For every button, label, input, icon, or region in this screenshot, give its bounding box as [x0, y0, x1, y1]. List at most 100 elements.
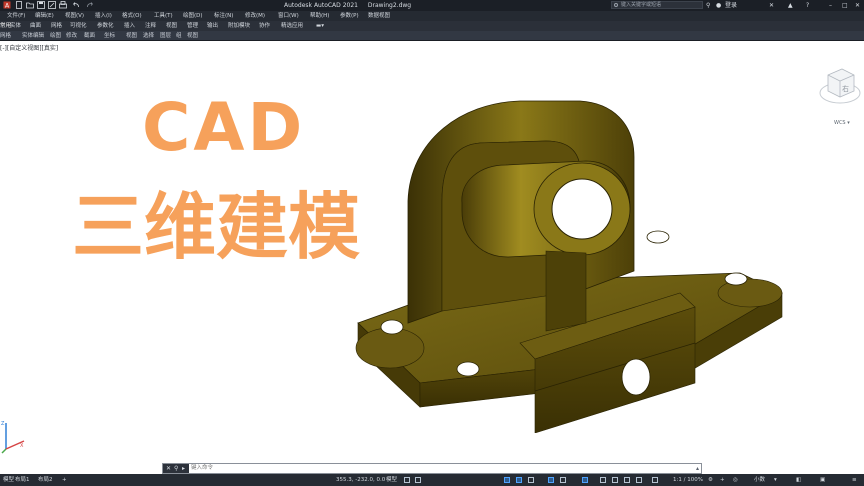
- panel-coordinates[interactable]: 坐标: [104, 31, 115, 41]
- command-expand-icon[interactable]: ▴: [696, 465, 699, 472]
- app-store-icon[interactable]: ✕: [769, 1, 774, 10]
- save-icon[interactable]: [37, 1, 45, 9]
- grid-icon[interactable]: [404, 477, 410, 483]
- save-as-icon[interactable]: [48, 1, 56, 9]
- redo-icon[interactable]: [86, 1, 94, 9]
- panel-draw[interactable]: 绘图: [50, 31, 61, 41]
- panel-view[interactable]: 视图: [126, 31, 137, 41]
- wcs-menu[interactable]: WCS ▾: [834, 120, 850, 126]
- annotation-scale[interactable]: 1:1 / 100%: [673, 474, 703, 486]
- panel-mesh[interactable]: 网格: [0, 31, 11, 41]
- tab-layout2[interactable]: 布局2: [38, 474, 53, 486]
- command-history-icon[interactable]: ▸: [182, 464, 185, 473]
- app-menu-icon[interactable]: A: [3, 1, 11, 9]
- command-settings-icon[interactable]: ⚲: [174, 464, 178, 473]
- tab-featured-apps[interactable]: 精选应用: [281, 21, 303, 31]
- clean-screen-icon[interactable]: ▣: [820, 474, 825, 486]
- tab-annotate[interactable]: 注释: [145, 21, 156, 31]
- menu-view[interactable]: 视图(V): [65, 11, 84, 21]
- panel-views[interactable]: 视图: [187, 31, 198, 41]
- tab-mesh[interactable]: 网格: [51, 21, 62, 31]
- ribbon-tabs: 常用 实体 曲面 网格 可视化 参数化 插入 注释 视图 管理 输出 附加模块 …: [0, 21, 864, 31]
- isodraft-icon[interactable]: [528, 477, 534, 483]
- quick-properties-icon[interactable]: ▾: [774, 474, 777, 486]
- annotation-visibility-icon[interactable]: [652, 477, 658, 483]
- menu-data-view[interactable]: 数据视图: [368, 11, 390, 21]
- panel-layers[interactable]: 图层: [160, 31, 171, 41]
- menu-tools[interactable]: 工具(T): [154, 11, 173, 21]
- menu-help[interactable]: 帮助(H): [310, 11, 329, 21]
- panel-modify[interactable]: 修改: [66, 31, 77, 41]
- ribbon-toggle-icon[interactable]: ▬▾: [316, 21, 324, 31]
- menu-format[interactable]: 格式(O): [122, 11, 142, 21]
- a360-icon[interactable]: ▲: [788, 1, 793, 10]
- tab-model[interactable]: 模型: [3, 474, 14, 486]
- search-icon: [614, 3, 618, 7]
- menu-insert[interactable]: 插入(I): [95, 11, 112, 21]
- tab-insert[interactable]: 插入: [124, 21, 135, 31]
- otrack-icon[interactable]: [582, 477, 588, 483]
- close-icon[interactable]: ✕: [855, 1, 860, 10]
- polar-icon[interactable]: [516, 477, 522, 483]
- menu-modify[interactable]: 修改(M): [245, 11, 265, 21]
- help-icon[interactable]: ?: [806, 1, 809, 10]
- hardware-acceleration-icon[interactable]: ◧: [796, 474, 801, 486]
- menu-draw[interactable]: 绘图(D): [183, 11, 203, 21]
- customization-icon[interactable]: ≡: [852, 474, 857, 486]
- ortho-icon[interactable]: [504, 477, 510, 483]
- snap-icon[interactable]: [415, 477, 421, 483]
- lineweight-icon[interactable]: [600, 477, 606, 483]
- tab-visualize[interactable]: 可视化: [70, 21, 87, 31]
- tab-view[interactable]: 视图: [166, 21, 177, 31]
- menu-parameters[interactable]: 参数(P): [340, 11, 359, 21]
- osnap-icon[interactable]: [548, 477, 554, 483]
- viewcube-icon[interactable]: 右: [818, 63, 862, 107]
- tab-output[interactable]: 输出: [207, 21, 218, 31]
- tab-solid[interactable]: 实体: [10, 21, 21, 31]
- open-icon[interactable]: [26, 1, 34, 9]
- menu-window[interactable]: 窗口(W): [278, 11, 299, 21]
- menu-file[interactable]: 文件(F): [7, 11, 25, 21]
- maximize-icon[interactable]: □: [842, 1, 848, 10]
- workspace-gear-icon[interactable]: ⚙: [708, 474, 713, 486]
- selection-cycling-icon[interactable]: [624, 477, 630, 483]
- command-close-icon[interactable]: ✕: [166, 464, 171, 473]
- coordinates-readout[interactable]: 355.3, -232.0, 0.0: [336, 474, 385, 486]
- new-icon[interactable]: [15, 1, 23, 9]
- tab-addins[interactable]: 附加模块: [228, 21, 250, 31]
- drawing-viewport[interactable]: [-][自定义视图][真实] CAD 三维建模 右 WCS ▾ Z X: [0, 41, 864, 461]
- undo-icon[interactable]: [72, 1, 80, 9]
- isolate-icon[interactable]: ◎: [733, 474, 738, 486]
- tab-manage[interactable]: 管理: [187, 21, 198, 31]
- 3d-bracket-model[interactable]: [350, 61, 790, 433]
- add-layout-icon[interactable]: +: [62, 474, 67, 486]
- command-line-tools: ✕ ⚲ ▸: [163, 464, 189, 473]
- tab-parametric[interactable]: 参数化: [97, 21, 114, 31]
- panel-section[interactable]: 截面: [84, 31, 95, 41]
- panel-solid-editing[interactable]: 实体编辑: [22, 31, 44, 41]
- tab-collaborate[interactable]: 协作: [259, 21, 270, 31]
- gizmo-icon[interactable]: [636, 477, 642, 483]
- tab-surface[interactable]: 曲面: [30, 21, 41, 31]
- plot-icon[interactable]: [59, 1, 67, 9]
- menu-edit[interactable]: 编辑(E): [35, 11, 54, 21]
- transparency-icon[interactable]: [612, 477, 618, 483]
- viewport-controls-label[interactable]: [-][自定义视图][真实]: [0, 43, 58, 52]
- menu-dimension[interactable]: 标注(N): [214, 11, 233, 21]
- login-label[interactable]: 登录: [725, 1, 737, 10]
- panel-selection[interactable]: 选择: [143, 31, 154, 41]
- command-input[interactable]: [191, 464, 671, 473]
- 3d-osnap-icon[interactable]: [560, 477, 566, 483]
- svg-text:Z: Z: [1, 421, 5, 427]
- overlay-title: CAD: [142, 89, 306, 166]
- model-space-toggle[interactable]: 模型: [386, 474, 397, 486]
- document-name: Drawing2.dwg: [367, 2, 412, 9]
- annotation-monitor-icon[interactable]: +: [720, 474, 725, 486]
- units-selector[interactable]: 小数: [754, 474, 765, 486]
- tab-layout1[interactable]: 布局1: [15, 474, 30, 486]
- panel-groups[interactable]: 组: [176, 31, 182, 41]
- minimize-icon[interactable]: –: [829, 1, 832, 10]
- search-input[interactable]: 键入关键字或短语: [611, 1, 703, 9]
- binoculars-icon[interactable]: ⚲: [706, 1, 710, 10]
- user-icon[interactable]: ●: [716, 1, 721, 10]
